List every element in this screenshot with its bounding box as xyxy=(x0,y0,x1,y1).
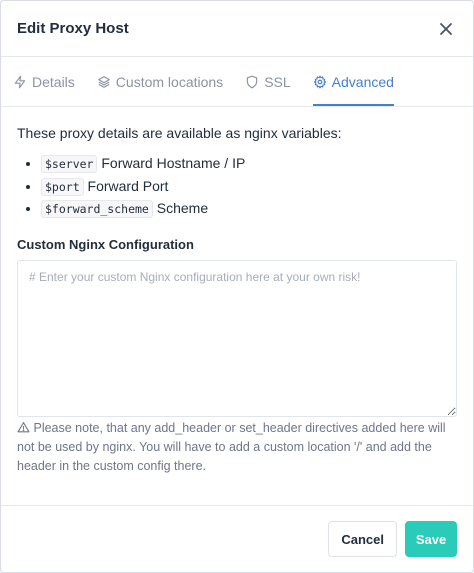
tab-label: Details xyxy=(32,73,75,90)
shield-icon xyxy=(246,75,258,88)
modal-footer: Cancel Save xyxy=(1,505,473,572)
cancel-button[interactable]: Cancel xyxy=(328,521,397,557)
variable-description: Forward Hostname / IP xyxy=(101,155,246,171)
variables-intro: These proxy details are available as ngi… xyxy=(17,125,342,141)
custom-config-wrapper xyxy=(17,259,457,417)
custom-config-textarea[interactable] xyxy=(17,259,457,417)
variable-code: $port xyxy=(41,177,84,196)
tab-custom-locations[interactable]: Custom locations xyxy=(97,57,223,106)
variable-description: Forward Port xyxy=(87,177,169,194)
modal-header: Edit Proxy Host xyxy=(1,1,473,57)
variable-description: Scheme xyxy=(156,200,209,216)
modal-title: Edit Proxy Host xyxy=(17,20,129,37)
save-button[interactable]: Save xyxy=(405,521,457,557)
custom-config-label: Custom Nginx Configuration xyxy=(17,236,194,252)
list-item: $forward_scheme Scheme xyxy=(41,198,457,221)
tab-advanced[interactable]: Advanced xyxy=(312,57,394,106)
tab-bar: Details Custom locations SSL Advanced xyxy=(1,57,473,107)
close-icon[interactable] xyxy=(435,18,457,40)
tab-label: Advanced xyxy=(331,73,394,90)
header-warning-note: Please note, that any add_header or set_… xyxy=(17,419,457,476)
variable-code: $server xyxy=(41,155,98,173)
gear-icon xyxy=(313,75,326,88)
warning-icon xyxy=(17,421,30,432)
tab-label: Custom locations xyxy=(115,73,224,90)
warning-text: Please note, that any add_header or set_… xyxy=(17,420,446,473)
layers-icon xyxy=(97,75,110,88)
tab-ssl[interactable]: SSL xyxy=(245,57,291,106)
list-item: $port Forward Port xyxy=(41,176,457,199)
edit-proxy-host-modal: Edit Proxy Host Details Custom locations… xyxy=(0,0,474,573)
advanced-panel: These proxy details are available as ngi… xyxy=(1,107,473,476)
list-item: $server Forward Hostname / IP xyxy=(41,153,457,176)
variable-code: $forward_scheme xyxy=(41,200,153,218)
tab-label: SSL xyxy=(264,73,291,90)
tab-details[interactable]: Details xyxy=(13,57,75,106)
bolt-icon xyxy=(14,75,26,88)
variables-list: $server Forward Hostname / IP $port Forw… xyxy=(17,153,457,221)
